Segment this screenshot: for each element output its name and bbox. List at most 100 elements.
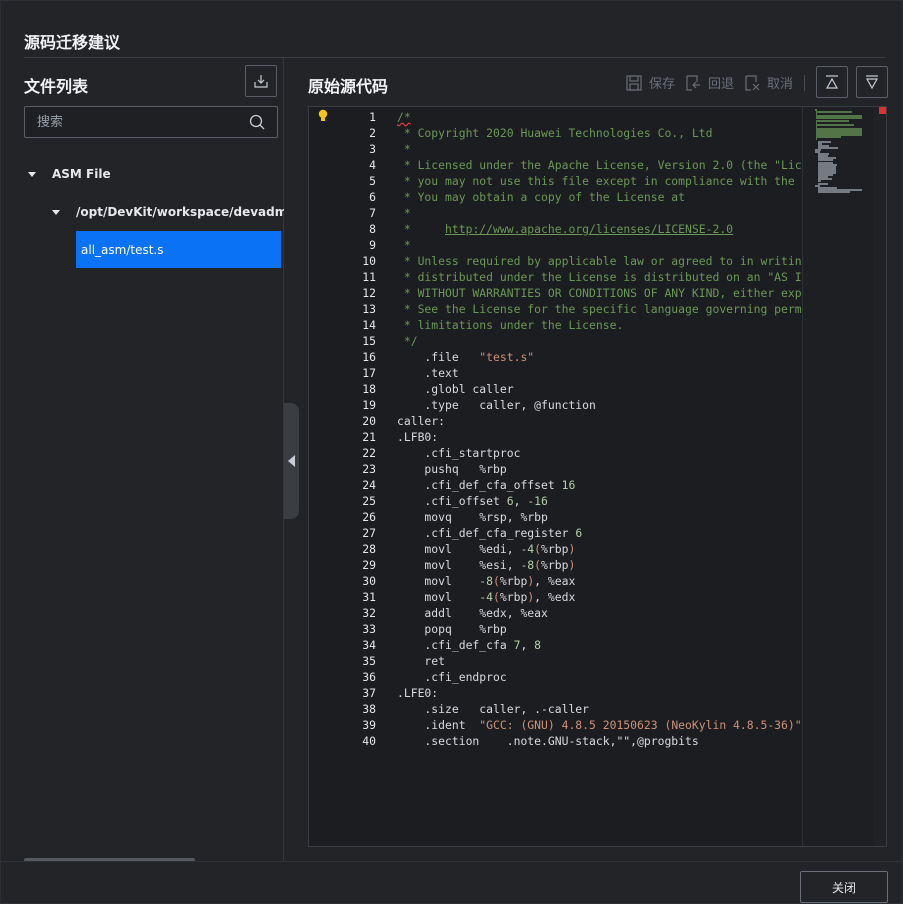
tree-file-item[interactable]: all_asm/test.s: [76, 231, 281, 268]
line-number: 32: [362, 606, 376, 620]
code-line[interactable]: 39 .ident "GCC: (GNU) 4.8.5 20150623 (Ne…: [309, 717, 802, 733]
code-line[interactable]: 7 *: [309, 205, 802, 221]
code-line[interactable]: 19 .type caller, @function: [309, 397, 802, 413]
line-number: 30: [362, 574, 376, 588]
code-line[interactable]: 6 * You may obtain a copy of the License…: [309, 189, 802, 205]
save-button[interactable]: 保存: [625, 73, 675, 92]
minimap-line: [815, 138, 818, 141]
download-button[interactable]: [245, 65, 277, 97]
code-line[interactable]: 28 movl %edi, -4(%rbp): [309, 541, 802, 557]
line-text: movl -4(%rbp), %edx: [397, 590, 576, 604]
code-line[interactable]: 4 * Licensed under the Apache License, V…: [309, 157, 802, 173]
code-line[interactable]: 31 movl -4(%rbp), %edx: [309, 589, 802, 605]
rollback-icon: [686, 74, 701, 91]
code-line[interactable]: 12 * WITHOUT WARRANTIES OR CONDITIONS OF…: [309, 285, 802, 301]
code-line[interactable]: 21 .LFB0:: [309, 429, 802, 445]
code-line[interactable]: 11 * distributed under the License is di…: [309, 269, 802, 285]
scroll-to-bottom-button[interactable]: [856, 66, 888, 98]
code-line[interactable]: 22 .cfi_startproc: [309, 445, 802, 461]
code-line[interactable]: 18 .globl caller: [309, 381, 802, 397]
tree-node-label: /opt/DevKit/workspace/devadmin/p: [76, 205, 284, 219]
minimap[interactable]: [802, 107, 874, 846]
code-line[interactable]: 17 .text: [309, 365, 802, 381]
code-line[interactable]: 15 */: [309, 333, 802, 349]
line-text: */: [397, 334, 418, 348]
line-text: * limitations under the License.: [397, 318, 624, 332]
tree-node-asm-file[interactable]: ASM File: [28, 166, 111, 182]
code-line[interactable]: 16 .file "test.s": [309, 349, 802, 365]
chevron-down-icon[interactable]: [28, 171, 36, 177]
cancel-button[interactable]: 取消: [743, 73, 793, 92]
code-line[interactable]: 2 * Copyright 2020 Huawei Technologies C…: [309, 125, 802, 141]
scroll-to-top-button[interactable]: [816, 66, 848, 98]
code-line[interactable]: 27 .cfi_def_cfa_register 6: [309, 525, 802, 541]
line-text: * http://www.apache.org/licenses/LICENSE…: [397, 222, 734, 236]
line-text: *: [397, 238, 411, 252]
code-line[interactable]: 14 * limitations under the License.: [309, 317, 802, 333]
line-number: 26: [362, 510, 376, 524]
code-lines[interactable]: 1/* 2 * Copyright 2020 Huawei Technologie…: [309, 109, 802, 749]
file-list-panel: 文件列表 ASM File /opt/DevKit/workspace/deva…: [1, 58, 284, 862]
line-number: 13: [362, 302, 376, 316]
code-line[interactable]: 25 .cfi_offset 6, -16: [309, 493, 802, 509]
line-text: movl %esi, -8(%rbp): [397, 558, 576, 572]
code-line[interactable]: 5 * you may not use this file except in …: [309, 173, 802, 189]
line-text: movq %rsp, %rbp: [397, 510, 548, 524]
minimap-line: [815, 136, 842, 139]
code-line[interactable]: 20 caller:: [309, 413, 802, 429]
search-icon[interactable]: [249, 114, 265, 130]
line-text: addl %edx, %eax: [397, 606, 548, 620]
code-editor[interactable]: 1/* 2 * Copyright 2020 Huawei Technologie…: [308, 106, 887, 847]
code-line[interactable]: 35 ret: [309, 653, 802, 669]
code-line[interactable]: 26 movq %rsp, %rbp: [309, 509, 802, 525]
line-number: 21: [362, 430, 376, 444]
code-line[interactable]: 30 movl -8(%rbp), %eax: [309, 573, 802, 589]
code-line[interactable]: 23 pushq %rbp: [309, 461, 802, 477]
source-migration-dialog: 源码迁移建议 文件列表 ASM File /opt/DevKit/workspa…: [0, 0, 903, 904]
line-text: popq %rbp: [397, 622, 507, 636]
code-line[interactable]: 13 * See the License for the specific la…: [309, 301, 802, 317]
code-line[interactable]: 24 .cfi_def_cfa_offset 16: [309, 477, 802, 493]
save-icon: [626, 74, 642, 91]
code-line[interactable]: 10 * Unless required by applicable law o…: [309, 253, 802, 269]
tree-node-folder[interactable]: /opt/DevKit/workspace/devadmin/p: [52, 204, 284, 220]
line-text: * you may not use this file except in co…: [397, 174, 802, 188]
code-line[interactable]: 40 .section .note.GNU-stack,"",@progbits: [309, 733, 802, 749]
line-text: .cfi_def_cfa_offset 16: [397, 478, 576, 492]
code-line[interactable]: 37 .LFE0:: [309, 685, 802, 701]
code-line[interactable]: 3 *: [309, 141, 802, 157]
code-line[interactable]: 8 * http://www.apache.org/licenses/LICEN…: [309, 221, 802, 237]
chevron-left-icon: [288, 455, 295, 467]
line-text: .LFE0:: [397, 686, 439, 700]
chevron-down-icon[interactable]: [52, 209, 60, 215]
minimap-line: [818, 146, 839, 149]
code-line[interactable]: 38 .size caller, .-caller: [309, 701, 802, 717]
line-number: 7: [369, 206, 376, 220]
line-number: 18: [362, 382, 376, 396]
line-text: * You may obtain a copy of the License a…: [397, 190, 686, 204]
line-text: /*: [397, 110, 411, 124]
code-line[interactable]: 36 .cfi_endproc: [309, 669, 802, 685]
line-text: .text: [397, 366, 459, 380]
code-line[interactable]: 1 /*: [309, 109, 802, 125]
code-line[interactable]: 34 .cfi_def_cfa 7, 8: [309, 637, 802, 653]
tree-node-label: ASM File: [52, 167, 111, 181]
line-number: 2: [369, 126, 376, 140]
close-button[interactable]: 关闭: [800, 871, 888, 903]
line-number: 39: [362, 718, 376, 732]
code-line[interactable]: 9 *: [309, 237, 802, 253]
line-number: 27: [362, 526, 376, 540]
line-text: .cfi_endproc: [397, 670, 507, 684]
search-box: [24, 106, 278, 138]
code-line[interactable]: 33 popq %rbp: [309, 621, 802, 637]
minimap-line: [815, 111, 852, 114]
collapse-panel-handle[interactable]: [284, 403, 299, 519]
rollback-button[interactable]: 回退: [684, 73, 734, 92]
line-number: 37: [362, 686, 376, 700]
code-line[interactable]: 29 movl %esi, -8(%rbp): [309, 557, 802, 573]
line-number: 9: [369, 238, 376, 252]
line-text: movl -8(%rbp), %eax: [397, 574, 576, 588]
search-input[interactable]: [25, 107, 235, 137]
code-line[interactable]: 32 addl %edx, %eax: [309, 605, 802, 621]
vertical-scrollbar[interactable]: [873, 107, 886, 846]
